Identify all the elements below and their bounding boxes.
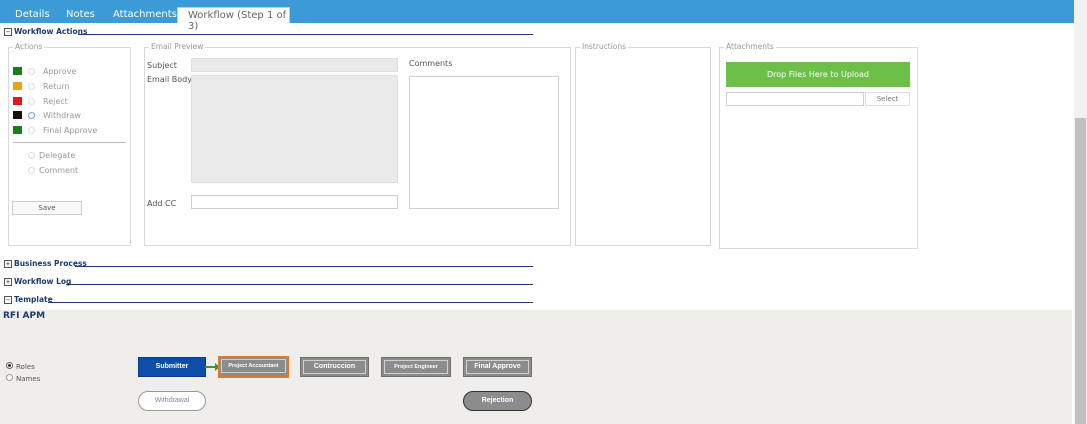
green-square-icon: [13, 126, 22, 134]
subject-field: [191, 58, 398, 72]
scrollbar-thumb[interactable]: [1075, 118, 1086, 424]
collapse-icon[interactable]: −: [4, 28, 12, 36]
select-file-button[interactable]: Select: [865, 92, 910, 106]
radio-approve[interactable]: [28, 68, 35, 75]
tab-details[interactable]: Details: [15, 7, 50, 23]
section-title: Template: [14, 295, 53, 304]
green-square-icon: [13, 67, 22, 75]
node-label: Project Engineer: [384, 360, 448, 374]
radio-return[interactable]: [28, 83, 35, 90]
radio-final-approve[interactable]: [28, 127, 35, 134]
withdrawal-node[interactable]: Withdrawal: [138, 391, 206, 411]
actions-legend: Actions: [13, 42, 45, 51]
action-label: Comment: [39, 166, 79, 175]
email-body-field: [191, 75, 398, 183]
add-cc-input[interactable]: [191, 195, 398, 209]
email-body-label: Email Body: [147, 75, 192, 84]
action-label: Withdraw: [43, 111, 81, 120]
workflow-node-submitter[interactable]: Submitter: [138, 357, 206, 377]
roles-label: Roles: [16, 363, 35, 371]
action-label: Approve: [43, 67, 77, 76]
instructions-panel: Instructions: [575, 42, 711, 246]
names-label: Names: [16, 375, 41, 383]
attachments-legend: Attachments: [724, 42, 776, 51]
workflow-node-project-accountant[interactable]: Project Accountant: [218, 356, 289, 378]
expand-icon[interactable]: +: [4, 260, 12, 268]
workflow-node-final-approve[interactable]: Final Approve: [463, 357, 532, 377]
instructions-legend: Instructions: [580, 42, 629, 51]
collapse-icon[interactable]: −: [4, 296, 12, 304]
action-label: Final Approve: [43, 126, 98, 135]
radio-withdraw[interactable]: [28, 112, 35, 119]
arrow-icon: [205, 363, 220, 371]
expand-icon[interactable]: +: [4, 278, 12, 286]
tab-workflow[interactable]: Workflow (Step 1 of 3): [177, 7, 290, 32]
tab-notes[interactable]: Notes: [66, 7, 95, 23]
tab-attachments[interactable]: Attachments: [113, 7, 177, 23]
section-divider: [75, 266, 533, 267]
section-title: Workflow Actions: [14, 27, 88, 36]
action-label: Return: [43, 82, 70, 91]
node-label: Contruccion: [303, 360, 366, 374]
section-divider: [66, 284, 533, 285]
orange-square-icon: [13, 82, 22, 90]
roles-radio[interactable]: [6, 362, 13, 369]
rejection-node[interactable]: Rejection: [463, 391, 532, 411]
template-title: RFI APM: [3, 311, 46, 321]
radio-reject[interactable]: [28, 98, 35, 105]
actions-divider: [13, 142, 126, 143]
radio-delegate[interactable]: [28, 152, 35, 159]
action-label: Reject: [43, 97, 68, 106]
node-label: Final Approve: [466, 360, 529, 374]
save-button[interactable]: Save: [12, 201, 82, 215]
add-cc-label: Add CC: [147, 199, 177, 208]
section-divider: [48, 302, 533, 303]
drop-files-upload-button[interactable]: Drop Files Here to Upload: [726, 62, 910, 87]
workflow-node-project-engineer[interactable]: Project Engineer: [381, 357, 451, 377]
comments-textarea[interactable]: [409, 76, 559, 209]
file-name-input[interactable]: [726, 92, 864, 106]
subject-label: Subject: [147, 61, 177, 70]
workflow-node-contruccion[interactable]: Contruccion: [300, 357, 369, 377]
section-divider: [78, 34, 533, 35]
action-label: Delegate: [39, 151, 76, 160]
actions-panel: Actions: [8, 42, 131, 246]
comments-label: Comments: [409, 59, 453, 68]
email-preview-legend: Email Preview: [149, 42, 206, 51]
red-square-icon: [13, 97, 22, 105]
black-square-icon: [13, 111, 22, 119]
radio-comment[interactable]: [28, 167, 35, 174]
section-title: Workflow Log: [14, 277, 72, 286]
tab-bar: Details Notes Attachments Workflow (Step…: [0, 0, 1074, 32]
node-label: Project Accountant: [221, 359, 286, 373]
names-radio[interactable]: [6, 374, 13, 381]
